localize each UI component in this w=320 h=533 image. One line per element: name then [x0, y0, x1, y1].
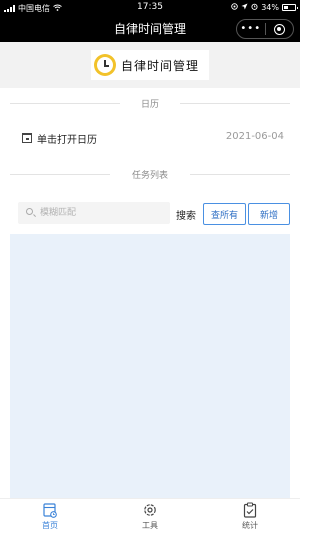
tab-tools-label: 工具 — [142, 521, 158, 530]
search-label[interactable]: 搜索 — [176, 207, 196, 222]
tab-bar: 首页 工具 统计 — [0, 498, 300, 533]
add-task-button[interactable]: 新增 — [248, 203, 290, 225]
tab-home-label: 首页 — [42, 521, 58, 530]
status-bar: 中国电信 17:35 34% — [0, 0, 300, 16]
clipboard-check-icon — [243, 502, 257, 518]
more-menu-button[interactable]: ••• — [237, 23, 265, 35]
query-all-button[interactable]: 查所有 — [203, 203, 246, 225]
close-mini-program-button[interactable] — [266, 23, 294, 35]
task-list-divider: 任务列表 — [10, 168, 290, 181]
tab-stats-label: 统计 — [242, 521, 258, 530]
tab-home[interactable]: 首页 — [20, 502, 80, 531]
divider-line-right — [180, 103, 290, 104]
battery-icon — [282, 4, 298, 11]
tab-tools[interactable]: 工具 — [120, 502, 180, 531]
top-bar: 中国电信 17:35 34% 自律时间管理 ••• — [0, 0, 300, 42]
search-icon — [26, 208, 33, 215]
search-box[interactable] — [18, 202, 170, 224]
logo-text: 自律时间管理 — [121, 58, 200, 73]
open-calendar-row[interactable]: 单击打开日历 2021-06-04 — [22, 131, 284, 146]
nav-bar: 自律时间管理 ••• — [0, 16, 300, 42]
app-logo: 自律时间管理 — [91, 50, 209, 80]
battery-percent: 34% — [261, 3, 279, 12]
location-icon — [231, 3, 238, 12]
calendar-icon — [22, 133, 32, 143]
selected-date: 2021-06-04 — [225, 131, 284, 142]
clock-icon — [94, 54, 116, 76]
open-calendar-label[interactable]: 单击打开日历 — [37, 131, 97, 146]
divider-line-right — [190, 174, 290, 175]
task-list-area — [10, 234, 290, 498]
mini-program-capsule: ••• — [236, 19, 294, 39]
alarm-icon — [251, 3, 258, 12]
header-banner: 自律时间管理 — [0, 42, 300, 88]
home-calendar-icon — [43, 502, 57, 518]
calendar-divider: 日历 — [10, 97, 290, 110]
target-circle-icon — [273, 23, 285, 35]
tab-stats[interactable]: 统计 — [220, 502, 280, 531]
search-input[interactable] — [40, 205, 165, 221]
navigation-arrow-icon — [241, 3, 248, 12]
gear-icon — [143, 502, 157, 518]
